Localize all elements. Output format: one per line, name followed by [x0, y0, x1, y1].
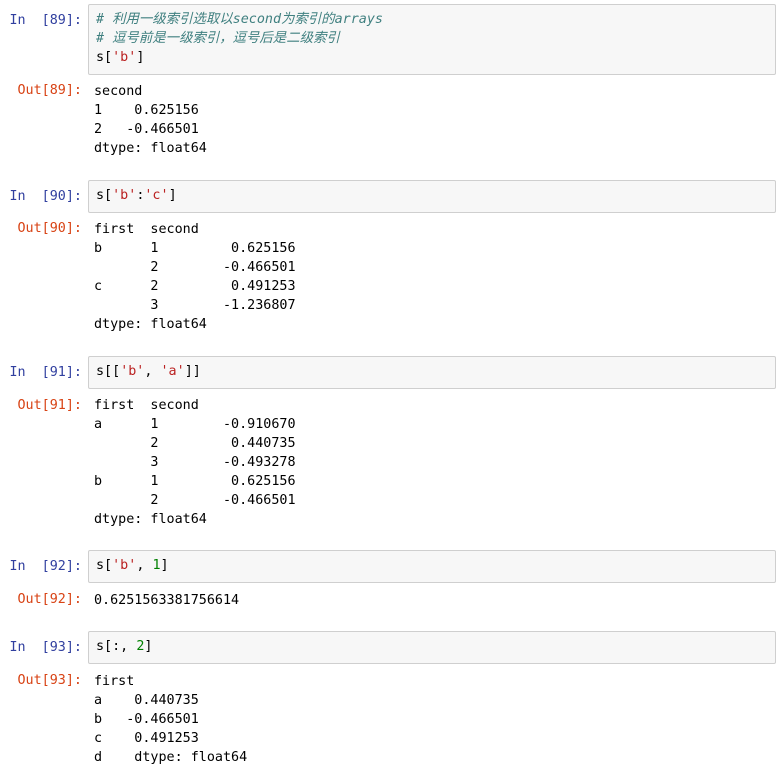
output-line: 2 -0.466501: [94, 122, 199, 137]
out-prompt: Out[92]:: [17, 592, 83, 607]
cell-output: second 1 0.625156 2 -0.466501 dtype: flo…: [94, 82, 776, 158]
out-prompt: Out[91]:: [17, 398, 83, 413]
code-line: s['b']: [96, 48, 775, 67]
output-line: first: [94, 674, 135, 689]
output-line: dtype: float64: [94, 512, 207, 527]
code-token-op: ,: [136, 558, 153, 573]
code-line: # 逗号前是一级索引，逗号后是二级索引: [96, 29, 775, 48]
output-line: first second: [94, 222, 199, 237]
output-line: b 1 0.625156: [94, 474, 296, 489]
code-line: s[['b', 'a']]: [96, 362, 775, 381]
output-line: 2 -0.466501: [94, 493, 296, 508]
code-token-op: s[: [96, 50, 113, 65]
cell-output: 0.6251563381756614: [94, 591, 776, 610]
code-token-str: 'b': [112, 188, 137, 203]
in-prompt: In [93]:: [9, 640, 82, 655]
output-line: a 1 -0.910670: [94, 417, 296, 432]
output-line: b -0.466501: [94, 712, 199, 727]
in-prompt: In [90]:: [9, 189, 82, 204]
output-line: a 0.440735: [94, 693, 199, 708]
code-token-op: s[:,: [96, 639, 137, 654]
output-line: dtype: float64: [94, 141, 207, 156]
code-token-num: 1: [152, 558, 161, 573]
output-line: 1 0.625156: [94, 103, 199, 118]
code-input[interactable]: s['b':'c']: [88, 180, 776, 213]
code-line: s['b':'c']: [96, 186, 775, 205]
code-token-op: s[[: [96, 364, 121, 379]
output-line: 0.6251563381756614: [94, 593, 240, 608]
output-line: 2 0.440735: [94, 436, 296, 451]
code-input[interactable]: # 利用一级索引选取以second为索引的arrays # 逗号前是一级索引，逗…: [88, 4, 776, 75]
code-token-op: s[: [96, 188, 113, 203]
code-token-op: ]: [144, 639, 153, 654]
code-token-op: ,: [144, 364, 161, 379]
output-line: d dtype: float64: [94, 750, 248, 765]
code-input[interactable]: s[:, 2]: [88, 631, 776, 664]
cell-output: first second b 1 0.625156 2 -0.466501 c …: [94, 220, 776, 334]
out-prompt: Out[93]:: [17, 673, 83, 688]
code-token-op: s[: [96, 558, 113, 573]
output-line: second: [94, 84, 143, 99]
code-token-comment: # 逗号前是一级索引，逗号后是二级索引: [96, 31, 340, 46]
code-token-op: ]: [136, 50, 145, 65]
code-token-str: 'c': [144, 188, 169, 203]
code-line: # 利用一级索引选取以second为索引的arrays: [96, 10, 775, 29]
output-line: first second: [94, 398, 199, 413]
out-prompt: Out[90]:: [17, 221, 83, 236]
output-line: c 2 0.491253: [94, 279, 296, 294]
code-token-op: ]: [168, 188, 177, 203]
code-input[interactable]: s['b', 1]: [88, 550, 776, 583]
in-prompt: In [92]:: [9, 559, 82, 574]
code-line: s[:, 2]: [96, 637, 775, 656]
cell-output: first second a 1 -0.910670 2 0.440735 3 …: [94, 396, 776, 529]
output-line: 2 -0.466501: [94, 260, 296, 275]
output-line: 3 -1.236807: [94, 298, 296, 313]
in-prompt: In [91]:: [9, 365, 82, 380]
code-line: s['b', 1]: [96, 556, 775, 575]
code-token-op: ]: [160, 558, 169, 573]
output-line: 3 -0.493278: [94, 455, 296, 470]
cell-output: first a 0.440735 b -0.466501 c 0.491253 …: [94, 672, 776, 767]
code-token-str: 'b': [112, 558, 137, 573]
output-line: dtype: float64: [94, 317, 207, 332]
in-prompt: In [89]:: [9, 13, 82, 28]
out-prompt: Out[89]:: [17, 83, 83, 98]
code-token-str: 'a': [160, 364, 185, 379]
code-input[interactable]: s[['b', 'a']]: [88, 356, 776, 389]
code-token-str: 'b': [112, 50, 137, 65]
code-token-op: ]]: [184, 364, 201, 379]
code-token-comment: # 利用一级索引选取以second为索引的arrays: [96, 12, 383, 27]
output-line: b 1 0.625156: [94, 241, 296, 256]
code-token-str: 'b': [120, 364, 145, 379]
output-line: c 0.491253: [94, 731, 199, 746]
